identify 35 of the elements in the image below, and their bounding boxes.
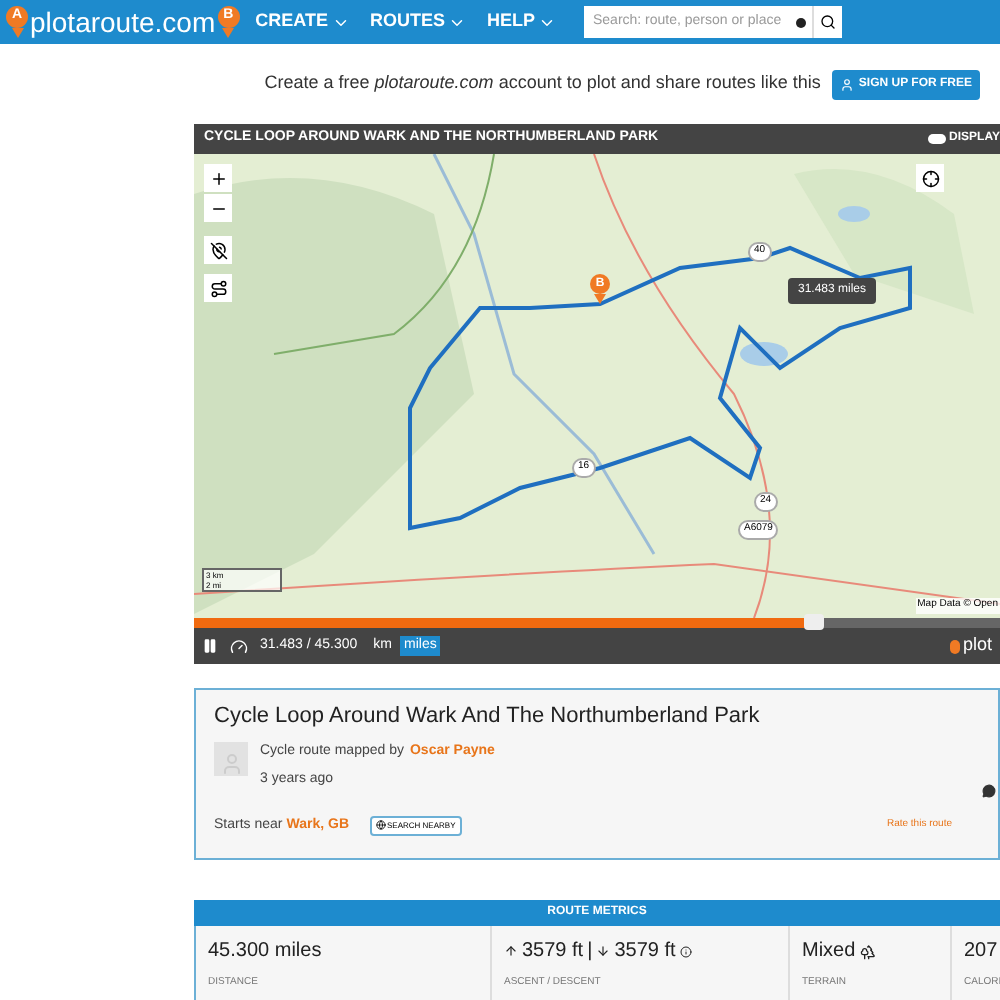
signup-prompt: Create a free plotaroute.com account to plot and share routes like this bbox=[264, 70, 821, 97]
down-arrow-icon bbox=[596, 944, 611, 958]
search-icon[interactable] bbox=[820, 14, 837, 30]
metric-value: 207 bbox=[964, 938, 1000, 966]
nav-menu[interactable]: ROUTES bbox=[369, 8, 467, 36]
metric-value: Mixed bbox=[802, 938, 856, 966]
route-icon bbox=[209, 279, 227, 297]
crossed-pin-icon bbox=[209, 241, 227, 259]
nav-menu[interactable]: CREATE bbox=[255, 8, 350, 36]
up-arrow-icon bbox=[504, 944, 518, 958]
globe-icon bbox=[375, 820, 385, 831]
route-title: Cycle Loop Around Wark And The Northumberland Park bbox=[214, 702, 762, 732]
toggle-icon bbox=[927, 134, 946, 144]
route-button[interactable] bbox=[204, 274, 232, 302]
descent-value: 3579 ft bbox=[614, 938, 676, 966]
locate-icon bbox=[921, 169, 939, 187]
nav-menu[interactable]: HELP bbox=[486, 8, 557, 36]
metric-value: 45.300 miles bbox=[208, 938, 324, 966]
locate-button[interactable] bbox=[916, 164, 944, 192]
zoom-out-button[interactable] bbox=[204, 194, 232, 222]
brand-logo: plot bbox=[950, 632, 992, 660]
gauge-icon[interactable] bbox=[230, 637, 248, 655]
comment-icon[interactable] bbox=[982, 784, 996, 798]
trees-icon bbox=[859, 943, 876, 959]
zoom-in-button[interactable] bbox=[204, 164, 232, 192]
info-icon[interactable] bbox=[679, 945, 692, 957]
avatar-placeholder bbox=[214, 741, 248, 775]
pause-icon[interactable] bbox=[202, 638, 218, 654]
logo-text: plotaroute.com bbox=[30, 8, 216, 36]
user-icon bbox=[840, 77, 855, 91]
separator: | bbox=[587, 938, 593, 966]
plus-icon bbox=[209, 169, 227, 187]
crossed-pin-button[interactable] bbox=[204, 236, 232, 264]
progress-handle[interactable] bbox=[804, 614, 825, 630]
ascent-value: 3579 ft bbox=[522, 938, 584, 966]
